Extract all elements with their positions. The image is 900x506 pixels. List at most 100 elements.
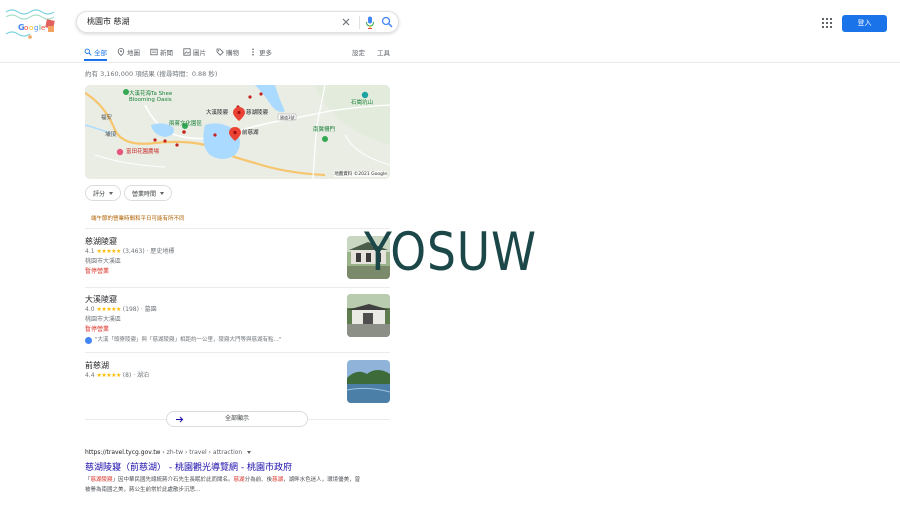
result-title-link[interactable]: 慈湖陵寢（前慈湖） - 桃園觀光導覽網 - 桃園市政府 (85, 460, 292, 473)
search-icon (84, 48, 92, 56)
map-label-daxi-mausoleum: 大溪陵寢 (206, 110, 229, 116)
result-stats: 約有 3,160,000 項結果 (搜尋時間：0.88 秒) (85, 70, 218, 78)
google-doodle-logo[interactable]: G o o g l e (4, 4, 66, 40)
star-rating-icon: ★★★★★ (96, 248, 121, 255)
place-address: 桃園市大溪區 (85, 258, 122, 265)
place-item-cihu-mausoleum[interactable]: 慈湖陵寢 4.1 ★★★★★ (3,463) · 歷史地標 桃園市大溪區 暫停營… (85, 236, 390, 277)
place-item-daxi-mausoleum[interactable]: 大溪陵寢 4.0 ★★★★★ (198) · 墓園 桃園市大溪區 暫停營業 "大… (85, 294, 390, 345)
rating-filter-chip[interactable]: 評分 (85, 185, 122, 201)
place-category: 湖泊 (137, 372, 150, 379)
search-input[interactable]: 桃園市 慈湖 (87, 16, 130, 27)
search-tabs: 全部 地圖 新聞 圖片 購物 更多 (84, 46, 272, 62)
tab-label: 更多 (259, 49, 272, 57)
watermark-text: YOSUW (364, 222, 537, 283)
map-label-front-lake: 前慈湖 (242, 130, 259, 136)
star-rating-icon: ★★★★★ (96, 372, 121, 379)
chevron-down-icon (160, 191, 165, 195)
tab-label: 購物 (226, 49, 239, 57)
rating-value: 4.1 (85, 248, 95, 255)
place-category: 歷史地標 (150, 248, 175, 255)
map-pin-icon (117, 48, 125, 56)
snippet-highlight: 慈湖 (272, 477, 284, 483)
show-all-label: 全部顯示 (224, 415, 249, 422)
svg-text:o: o (24, 24, 28, 32)
place-status: 暫停營業 (85, 268, 110, 275)
svg-text:e: e (41, 24, 45, 32)
map-label-flower-farm: 富田花園農場 (126, 149, 160, 155)
place-rating: 4.1 ★★★★★ (3,463) · 歷史地標 (85, 248, 175, 255)
list-divider (85, 287, 390, 288)
tab-label: 新聞 (160, 49, 173, 57)
place-rating: 4.0 ★★★★★ (198) · 墓園 (85, 306, 157, 313)
apps-grid-icon[interactable] (822, 18, 832, 28)
header-divider (0, 62, 900, 63)
place-thumbnail[interactable] (347, 294, 390, 337)
show-all-button[interactable]: 全部顯示 (166, 411, 308, 427)
list-divider (85, 228, 390, 229)
review-count: (8) (122, 372, 132, 379)
close-icon[interactable] (339, 15, 353, 29)
place-item-front-lake[interactable]: 前慈湖 4.4 ★★★★★ (8) · 湖泊 (85, 360, 390, 381)
local-map[interactable]: 大溪花海Ta Shee Blooming Oasis 兩蔣文化園區 大溪陵寢 慈… (85, 85, 390, 179)
place-name[interactable]: 慈湖陵寢 (85, 236, 390, 247)
settings-link[interactable]: 設定 (352, 47, 365, 57)
review-count: (198) (122, 306, 139, 313)
map-copyright: 地圖資料 ©2021 Google (334, 171, 387, 177)
result-breadcrumb[interactable]: https://travel.tycg.gov.tw › zh-tw › tra… (85, 449, 252, 456)
tab-images[interactable]: 圖片 (183, 46, 206, 58)
place-name[interactable]: 前慈湖 (85, 360, 390, 371)
star-rating-icon: ★★★★★ (96, 306, 121, 313)
map-label-gate: 南翼柵門 (313, 127, 336, 133)
rating-value: 4.4 (85, 372, 95, 379)
place-status: 暫停營業 (85, 326, 110, 333)
result-host: https://travel.tycg.gov.tw (85, 449, 161, 456)
tab-more[interactable]: 更多 (249, 46, 272, 58)
map-label-cihu-mausoleum: 慈湖陵寢 (246, 110, 269, 116)
hours-filter-chip[interactable]: 營業時間 (124, 185, 173, 201)
tab-label: 圖片 (193, 49, 206, 57)
tab-all[interactable]: 全部 (84, 46, 107, 61)
result-snippet: 「慈湖陵寢」因中華民國先總統蔣介石先生長眠於此而聞名。慈湖分為前、後慈湖，湖畔水… (85, 477, 361, 493)
tab-label: 全部 (94, 49, 107, 57)
chip-label: 營業時間 (132, 190, 157, 198)
search-icon[interactable] (380, 15, 394, 29)
signin-button[interactable]: 登入 (842, 15, 887, 32)
map-label-mountain: 石崗坑山 (351, 100, 374, 106)
snippet-highlight: 慈湖陵寢 (90, 477, 113, 483)
rating-value: 4.0 (85, 306, 95, 313)
tab-maps[interactable]: 地圖 (117, 46, 140, 58)
news-icon (150, 48, 158, 56)
result-path: › zh-tw › travel › attraction (160, 449, 243, 456)
svg-text:o: o (29, 24, 33, 32)
image-icon (183, 48, 191, 56)
tab-shopping[interactable]: 購物 (216, 46, 239, 58)
svg-text:g: g (34, 24, 38, 32)
map-label-oasis-en: Blooming Oasis (129, 97, 172, 103)
more-vert-icon (252, 48, 254, 56)
search-divider (359, 16, 360, 29)
tag-icon (216, 48, 224, 56)
map-label-cultural-park: 兩蔣文化園區 (169, 121, 203, 127)
list-divider (85, 352, 390, 353)
tab-label: 地圖 (127, 49, 140, 57)
place-rating: 4.4 ★★★★★ (8) · 湖泊 (85, 372, 150, 379)
tab-news[interactable]: 新聞 (150, 46, 173, 58)
mic-icon[interactable] (364, 15, 376, 30)
review-snippet: "大溪「頭寮陵寢」與「慈湖陵寢」相距約一公里，陵寢大門等與慈湖有點..." (85, 335, 390, 345)
chip-label: 評分 (93, 190, 106, 198)
place-category: 墓園 (144, 306, 157, 313)
map-label-road: 國道3號 (280, 115, 295, 120)
chevron-down-icon (109, 191, 114, 195)
place-name[interactable]: 大溪陵寢 (85, 294, 390, 305)
tools-link[interactable]: 工具 (377, 47, 390, 57)
place-thumbnail[interactable] (347, 360, 390, 403)
snippet-highlight: 慈湖 (233, 477, 245, 483)
holiday-hours-notice: 端午節的營業時間和平日可能有所不同 (91, 216, 185, 222)
tools-bar: 設定 工具 (352, 46, 390, 58)
review-count: (3,463) (122, 248, 145, 255)
arrow-right-icon (176, 416, 184, 423)
map-label-village-2: 埔頂 (105, 132, 117, 138)
chevron-down-icon[interactable] (247, 451, 252, 454)
map-label-village-1: 福安 (101, 115, 113, 121)
search-box[interactable]: 桃園市 慈湖 (76, 11, 399, 33)
